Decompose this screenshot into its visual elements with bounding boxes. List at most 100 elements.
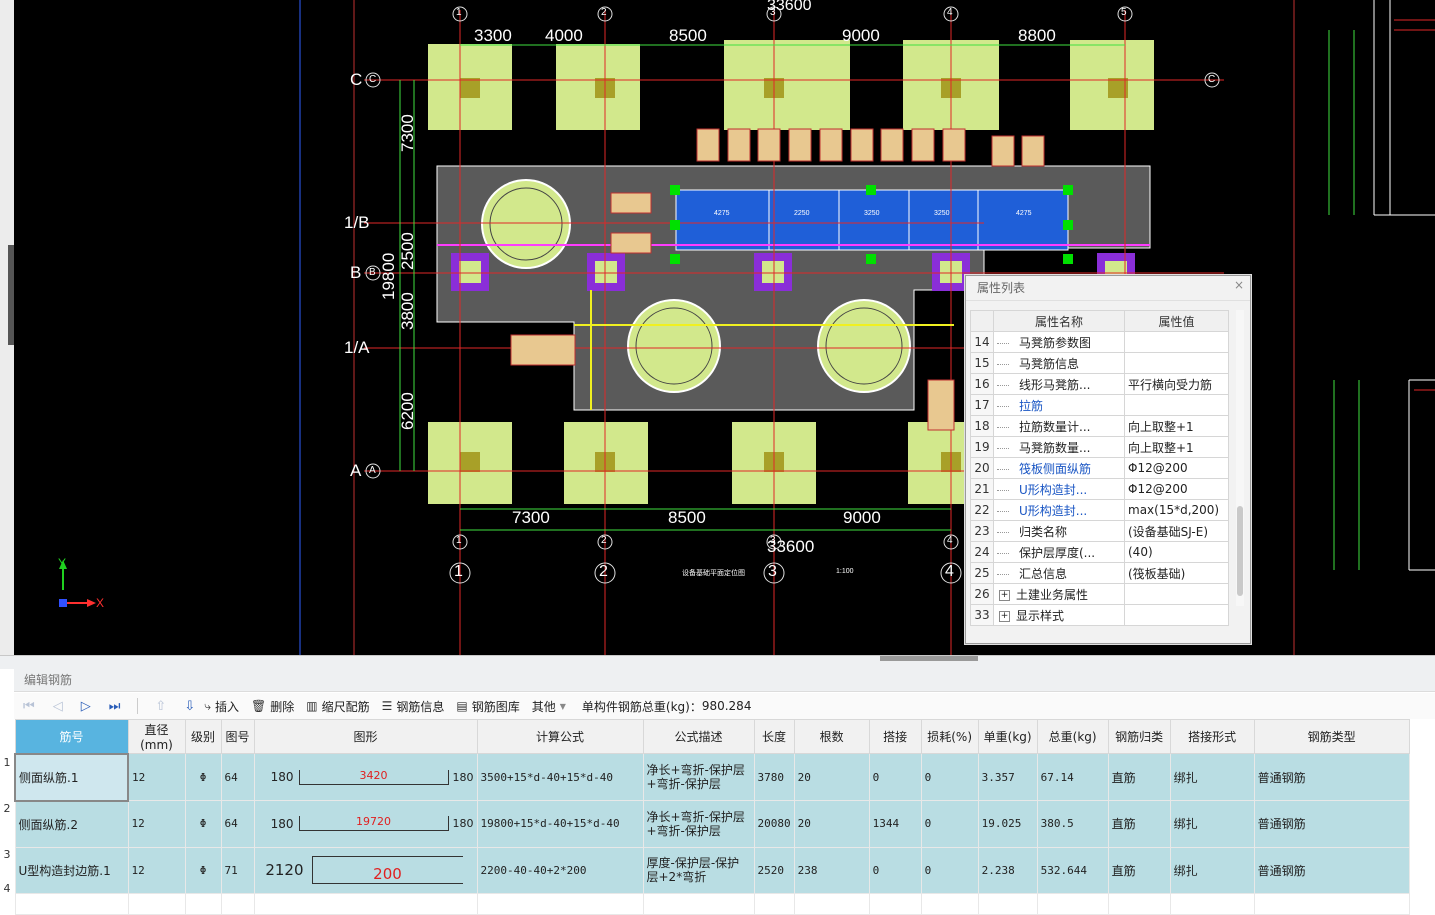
shape-cell[interactable]: 2120 200 xyxy=(253,846,478,894)
move-down-icon[interactable]: ⇩ xyxy=(184,699,195,714)
column-header[interactable]: 图号 xyxy=(220,719,255,754)
column-header[interactable]: 长度 xyxy=(753,719,795,754)
empty-cell[interactable] xyxy=(868,892,922,915)
property-row[interactable]: 20 筏板侧面纵筋 Φ12@200 xyxy=(970,457,1229,479)
first-record-icon[interactable]: ⏮ xyxy=(23,699,35,714)
property-group-name[interactable]: + 土建业务属性 xyxy=(993,583,1125,605)
property-value[interactable] xyxy=(1124,394,1229,416)
shape-cell[interactable]: 180 3420 180 xyxy=(253,753,478,801)
expand-plus-icon[interactable]: + xyxy=(999,610,1010,622)
rebar-row[interactable]: 侧面纵筋.2 12 Φ 64 180 19720 180 19800+15*d-40+15*d… xyxy=(14,800,1410,848)
move-up-icon[interactable]: ⇧ xyxy=(155,699,166,714)
column-header[interactable]: 根数 xyxy=(793,719,870,754)
loss-cell[interactable]: 0 xyxy=(920,846,979,894)
rebar-row[interactable]: U型构造封边筋.1 12 Φ 71 2120 200 2200-40-40+2*200 厚度-… xyxy=(14,846,1410,894)
property-row[interactable]: 23 归类名称 (设备基础SJ-E) xyxy=(970,520,1229,542)
total-weight-cell[interactable]: 380.5 xyxy=(1036,800,1109,848)
prev-record-icon[interactable]: ◁ xyxy=(53,699,63,714)
shape-cell[interactable]: 180 19720 180 xyxy=(253,800,478,848)
lap-cell[interactable]: 0 xyxy=(868,846,922,894)
empty-cell[interactable] xyxy=(1169,892,1255,915)
formula-description-cell[interactable]: 厚度-保护层-保护层+2*弯折 xyxy=(642,846,755,894)
panel-splitter[interactable] xyxy=(0,655,1435,669)
property-scrollbar[interactable] xyxy=(1236,310,1244,606)
property-row[interactable]: 24 保护层厚度(... (40) xyxy=(970,541,1229,563)
lap-form-cell[interactable]: 绑扎 xyxy=(1169,846,1255,894)
column-header[interactable]: 图形 xyxy=(253,719,478,754)
rebar-name-cell[interactable]: 侧面纵筋.1 xyxy=(14,752,129,802)
length-cell[interactable]: 2520 xyxy=(753,846,795,894)
empty-cell[interactable] xyxy=(476,892,644,915)
property-row[interactable]: 14 马凳筋参数图 xyxy=(970,331,1229,353)
empty-cell[interactable] xyxy=(127,892,186,915)
scrollbar-thumb[interactable] xyxy=(1237,506,1243,596)
property-value[interactable]: (40) xyxy=(1124,541,1229,563)
column-header[interactable]: 计算公式 xyxy=(476,719,644,754)
count-cell[interactable]: 20 xyxy=(793,753,870,801)
rebar-name-cell[interactable]: U型构造封边筋.1 xyxy=(14,846,129,894)
close-icon[interactable]: × xyxy=(1234,278,1244,292)
property-value[interactable] xyxy=(1124,352,1229,374)
empty-row[interactable] xyxy=(14,892,1410,915)
figure-number-cell[interactable]: 71 xyxy=(220,846,255,894)
rebar-library-button[interactable]: ▤ 钢筋图库 xyxy=(456,698,519,715)
formula-cell[interactable]: 2200-40-40+2*200 xyxy=(476,846,644,894)
empty-cell[interactable] xyxy=(793,892,870,915)
grade-cell[interactable]: Φ xyxy=(184,846,222,894)
length-cell[interactable]: 3780 xyxy=(753,753,795,801)
scale-rebar-button[interactable]: ▥ 缩尺配筋 xyxy=(306,698,369,715)
empty-cell[interactable] xyxy=(1253,892,1410,915)
formula-cell[interactable]: 3500+15*d-40+15*d-40 xyxy=(476,753,644,801)
property-row[interactable]: 22 U形构造封... max(15*d,200) xyxy=(970,499,1229,521)
rebar-name-cell[interactable]: 侧面纵筋.2 xyxy=(14,800,129,848)
grade-cell[interactable]: Φ xyxy=(184,800,222,848)
unit-weight-cell[interactable]: 3.357 xyxy=(977,753,1038,801)
property-value[interactable]: Φ12@200 xyxy=(1124,478,1229,500)
lap-form-cell[interactable]: 绑扎 xyxy=(1169,753,1255,801)
column-header[interactable]: 总重(kg) xyxy=(1036,719,1109,754)
loss-cell[interactable]: 0 xyxy=(920,753,979,801)
property-group-row[interactable]: 33 + 显示样式 xyxy=(970,604,1229,626)
property-group-name[interactable]: + 显示样式 xyxy=(993,604,1125,626)
formula-description-cell[interactable]: 净长+弯折-保护层+弯折-保护层 xyxy=(642,800,755,848)
last-record-icon[interactable]: ⏭ xyxy=(109,699,121,714)
category-cell[interactable]: 直筋 xyxy=(1107,753,1171,801)
empty-cell[interactable] xyxy=(253,892,478,915)
formula-cell[interactable]: 19800+15*d-40+15*d-40 xyxy=(476,800,644,848)
column-header[interactable]: 直径(mm) xyxy=(127,719,186,754)
length-cell[interactable]: 20080 xyxy=(753,800,795,848)
category-cell[interactable]: 直筋 xyxy=(1107,846,1171,894)
property-value[interactable]: (设备基础SJ-E) xyxy=(1124,520,1229,542)
delete-button[interactable]: 🗑 删除 xyxy=(251,698,294,715)
property-list-panel[interactable]: 属性列表 × 属性名称 属性值 14 马凳筋参数图 15 马凳筋信息 16 线形马凳筋..… xyxy=(965,275,1251,644)
property-row[interactable]: 25 汇总信息 (筏板基础) xyxy=(970,562,1229,584)
next-record-icon[interactable]: ▷ xyxy=(81,699,91,714)
figure-number-cell[interactable]: 64 xyxy=(220,753,255,801)
empty-cell[interactable] xyxy=(184,892,222,915)
row-number[interactable]: 4 xyxy=(0,878,14,900)
property-row[interactable]: 16 线形马凳筋... 平行横向受力筋 xyxy=(970,373,1229,395)
property-value[interactable]: 向上取整+1 xyxy=(1124,436,1229,458)
lap-cell[interactable]: 0 xyxy=(868,753,922,801)
diameter-cell[interactable]: 12 xyxy=(127,846,186,894)
property-group-row[interactable]: 26 + 土建业务属性 xyxy=(970,583,1229,605)
empty-cell[interactable] xyxy=(920,892,979,915)
column-header[interactable]: 单重(kg) xyxy=(977,719,1038,754)
rebar-type-cell[interactable]: 普通钢筋 xyxy=(1253,800,1410,848)
property-value[interactable]: 平行横向受力筋 xyxy=(1124,373,1229,395)
empty-cell[interactable] xyxy=(1107,892,1171,915)
property-row[interactable]: 15 马凳筋信息 xyxy=(970,352,1229,374)
property-value[interactable]: max(15*d,200) xyxy=(1124,499,1229,521)
property-row[interactable]: 19 马凳筋数量... 向上取整+1 xyxy=(970,436,1229,458)
unit-weight-cell[interactable]: 19.025 xyxy=(977,800,1038,848)
column-header[interactable]: 级别 xyxy=(184,719,222,754)
splitter-handle[interactable] xyxy=(880,656,978,661)
column-header[interactable]: 搭接 xyxy=(868,719,922,754)
empty-cell[interactable] xyxy=(14,892,129,915)
diameter-cell[interactable]: 12 xyxy=(127,800,186,848)
rebar-info-button[interactable]: ☰ 钢筋信息 xyxy=(382,698,445,715)
figure-number-cell[interactable]: 64 xyxy=(220,800,255,848)
count-cell[interactable]: 238 xyxy=(793,846,870,894)
grade-cell[interactable]: Φ xyxy=(184,753,222,801)
column-header[interactable]: 钢筋归类 xyxy=(1107,719,1171,754)
